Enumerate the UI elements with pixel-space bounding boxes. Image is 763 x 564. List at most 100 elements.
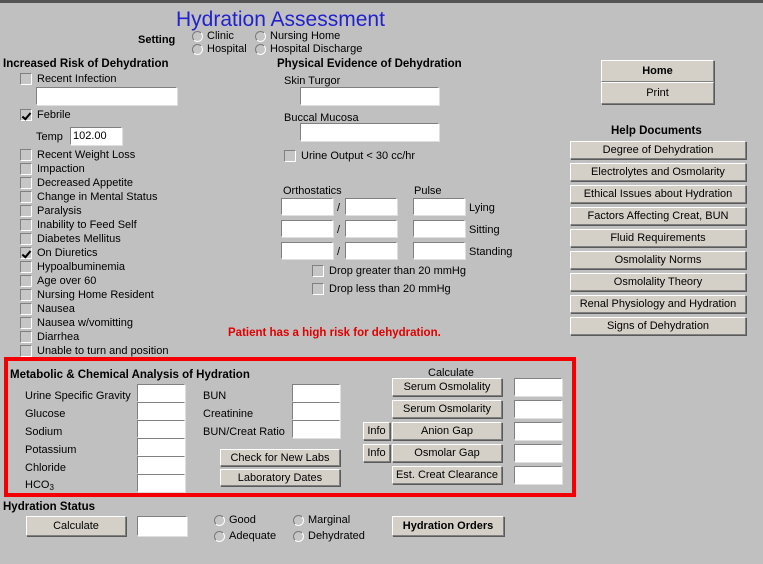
orthostatic-diastolic-lying[interactable] [345, 198, 397, 215]
checkbox-drop-greater-20-box[interactable] [312, 265, 324, 277]
hydration-calculate-button[interactable]: Calculate [26, 516, 126, 536]
checkbox-impaction[interactable]: Impaction [20, 162, 168, 176]
checkbox-diarrhea[interactable]: Diarrhea [20, 330, 168, 344]
checkbox-inability-to-feed-self[interactable]: Inability to Feed Self [20, 218, 168, 232]
radio-clinic-indicator[interactable] [192, 30, 203, 42]
help-doc-degree-of-dehydration[interactable]: Degree of Dehydration [570, 141, 746, 159]
checkbox-nausea-box[interactable] [20, 303, 32, 315]
anion-gap-result[interactable] [514, 422, 562, 440]
hydration-status-result[interactable] [137, 516, 187, 536]
skin-turgor-input[interactable] [300, 87, 439, 105]
checkbox-recent-infection[interactable]: Recent Infection [20, 73, 117, 85]
checkbox-on-diuretics-box[interactable] [20, 247, 32, 259]
serum-osmolarity-result[interactable] [514, 400, 562, 418]
bun-creat-ratio-input[interactable] [292, 420, 340, 438]
status-radio-adequate[interactable]: Adequate [214, 530, 276, 542]
anion-gap-button[interactable]: Anion Gap [392, 422, 502, 440]
osmolar-gap-result[interactable] [514, 444, 562, 462]
status-radio-dehydrated[interactable]: Dehydrated [293, 530, 365, 542]
est-creat-clearance-result[interactable] [514, 466, 562, 484]
recent-infection-input[interactable] [36, 87, 177, 105]
bun-input[interactable] [292, 384, 340, 402]
checkbox-diabetes-mellitus-box[interactable] [20, 233, 32, 245]
check-for-new-labs-button[interactable]: Check for New Labs [220, 449, 340, 466]
glucose-input[interactable] [137, 402, 185, 420]
help-doc-fluid-requirements[interactable]: Fluid Requirements [570, 229, 746, 247]
checkbox-decreased-appetite-box[interactable] [20, 177, 32, 189]
pulse-standing[interactable] [413, 242, 465, 259]
osmolar-gap-info-button[interactable]: Info [363, 444, 390, 462]
hydration-orders-button[interactable]: Hydration Orders [392, 516, 504, 536]
help-doc-electrolytes-and-osmolarity[interactable]: Electrolytes and Osmolarity [570, 163, 746, 181]
potassium-input[interactable] [137, 438, 185, 456]
home-button[interactable]: Home [601, 60, 714, 82]
radio-hospital-indicator[interactable] [192, 43, 203, 55]
orthostatic-systolic-sitting[interactable] [281, 220, 333, 237]
urine-specific-gravity-input[interactable] [137, 384, 185, 402]
est-creat-clearance-button[interactable]: Est. Creat Clearance [392, 466, 502, 484]
checkbox-drop-greater-20[interactable]: Drop greater than 20 mmHg [312, 265, 466, 277]
checkbox-urine-output[interactable]: Urine Output < 30 cc/hr [284, 150, 415, 162]
help-doc-ethical-issues-about-hydration[interactable]: Ethical Issues about Hydration [570, 185, 746, 203]
checkbox-febrile[interactable]: Febrile [20, 109, 71, 121]
radio-hospital-discharge-indicator[interactable] [255, 43, 266, 55]
setting-radio-hospital-discharge[interactable]: Hospital Discharge [255, 43, 362, 55]
checkbox-recent-infection-box[interactable] [20, 73, 32, 85]
checkbox-diabetes-mellitus[interactable]: Diabetes Mellitus [20, 232, 168, 246]
help-doc-factors-affecting-creat-bun[interactable]: Factors Affecting Creat, BUN [570, 207, 746, 225]
print-button[interactable]: Print [601, 82, 714, 104]
checkbox-febrile-box[interactable] [20, 109, 32, 121]
radio-dehydrated-indicator[interactable] [293, 530, 304, 542]
checkbox-age-over-60[interactable]: Age over 60 [20, 274, 168, 288]
checkbox-recent-weight-loss-box[interactable] [20, 149, 32, 161]
checkbox-unable-to-turn-and-position[interactable]: Unable to turn and position [20, 344, 168, 358]
orthostatic-systolic-standing[interactable] [281, 242, 333, 259]
help-doc-osmolality-norms[interactable]: Osmolality Norms [570, 251, 746, 269]
checkbox-hypoalbuminemia-box[interactable] [20, 261, 32, 273]
anion-gap-info-button[interactable]: Info [363, 422, 390, 440]
checkbox-age-over-60-box[interactable] [20, 275, 32, 287]
checkbox-recent-weight-loss[interactable]: Recent Weight Loss [20, 148, 168, 162]
checkbox-decreased-appetite[interactable]: Decreased Appetite [20, 176, 168, 190]
creatinine-input[interactable] [292, 402, 340, 420]
buccal-mucosa-input[interactable] [300, 123, 439, 141]
checkbox-nausea-w-vomitting-box[interactable] [20, 317, 32, 329]
checkbox-nausea[interactable]: Nausea [20, 302, 168, 316]
checkbox-hypoalbuminemia[interactable]: Hypoalbuminemia [20, 260, 168, 274]
checkbox-nausea-w-vomitting[interactable]: Nausea w/vomitting [20, 316, 168, 330]
pulse-sitting[interactable] [413, 220, 465, 237]
status-radio-good[interactable]: Good [214, 514, 256, 526]
serum-osmolality-result[interactable] [514, 378, 562, 396]
serum-osmolality-button[interactable]: Serum Osmolality [392, 378, 502, 396]
serum-osmolarity-button[interactable]: Serum Osmolarity [392, 400, 502, 418]
status-radio-marginal[interactable]: Marginal [293, 514, 350, 526]
checkbox-on-diuretics[interactable]: On Diuretics [20, 246, 168, 260]
checkbox-paralysis-box[interactable] [20, 205, 32, 217]
checkbox-drop-less-20[interactable]: Drop less than 20 mmHg [312, 283, 451, 295]
orthostatic-diastolic-sitting[interactable] [345, 220, 397, 237]
radio-marginal-indicator[interactable] [293, 514, 304, 526]
radio-nursing-home-indicator[interactable] [255, 30, 266, 42]
pulse-lying[interactable] [413, 198, 465, 215]
checkbox-nursing-home-resident[interactable]: Nursing Home Resident [20, 288, 168, 302]
orthostatic-systolic-lying[interactable] [281, 198, 333, 215]
osmolar-gap-button[interactable]: Osmolar Gap [392, 444, 502, 462]
setting-radio-clinic[interactable]: Clinic [192, 30, 234, 42]
radio-good-indicator[interactable] [214, 514, 225, 526]
orthostatic-diastolic-standing[interactable] [345, 242, 397, 259]
checkbox-unable-to-turn-and-position-box[interactable] [20, 345, 32, 357]
help-doc-osmolality-theory[interactable]: Osmolality Theory [570, 273, 746, 291]
chloride-input[interactable] [137, 456, 185, 474]
checkbox-drop-less-20-box[interactable] [312, 283, 324, 295]
help-doc-renal-physiology-and-hydration[interactable]: Renal Physiology and Hydration [570, 295, 746, 313]
checkbox-nursing-home-resident-box[interactable] [20, 289, 32, 301]
sodium-input[interactable] [137, 420, 185, 438]
radio-adequate-indicator[interactable] [214, 530, 225, 542]
help-doc-signs-of-dehydration[interactable]: Signs of Dehydration [570, 317, 746, 335]
checkbox-change-in-mental-status-box[interactable] [20, 191, 32, 203]
hco3-input[interactable] [137, 474, 185, 492]
checkbox-paralysis[interactable]: Paralysis [20, 204, 168, 218]
laboratory-dates-button[interactable]: Laboratory Dates [220, 469, 340, 486]
setting-radio-nursing-home[interactable]: Nursing Home [255, 30, 340, 42]
temp-input[interactable]: 102.00 [70, 127, 122, 145]
